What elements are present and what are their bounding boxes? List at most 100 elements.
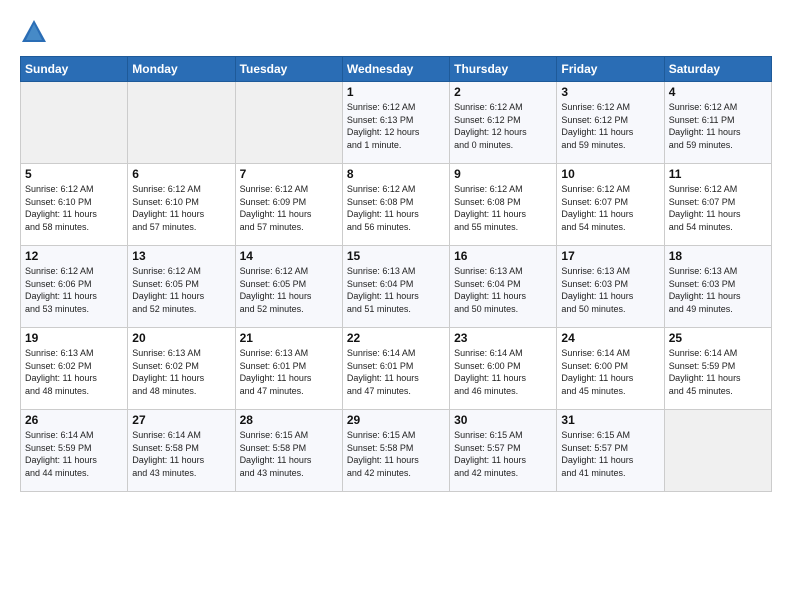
day-cell: 14Sunrise: 6:12 AM Sunset: 6:05 PM Dayli… [235, 246, 342, 328]
weekday-header-wednesday: Wednesday [342, 57, 449, 82]
day-cell: 26 Sunrise: 6:14 AM Sunset: 5:59 PM Dayli… [21, 410, 128, 492]
day-cell: 3 Sunrise: 6:12 AM Sunset: 6:12 PM Daylig… [557, 82, 664, 164]
day-info: Sunrise: 6:12 AM Sunset: 6:09 PM Dayligh… [240, 183, 338, 233]
day-info: Sunrise: 6:14 AM Sunset: 5:58 PM Dayligh… [132, 429, 230, 479]
day-cell [21, 82, 128, 164]
day-number: 14 [240, 249, 338, 263]
day-number: 5 [25, 167, 123, 181]
day-number: 25 [669, 331, 767, 345]
day-info: Sunrise: 6:14 AM Sunset: 6:01 PM Dayligh… [347, 347, 445, 397]
day-cell: 1 Sunrise: 6:12 AM Sunset: 6:13 PM Daylig… [342, 82, 449, 164]
day-number: 23 [454, 331, 552, 345]
day-number: 18 [669, 249, 767, 263]
day-cell: 12Sunrise: 6:12 AM Sunset: 6:06 PM Dayli… [21, 246, 128, 328]
day-number: 1 [347, 85, 445, 99]
day-number: 16 [454, 249, 552, 263]
day-number: 7 [240, 167, 338, 181]
day-cell: 10 Sunrise: 6:12 AM Sunset: 6:07 PM Dayli… [557, 164, 664, 246]
day-info: Sunrise: 6:12 AM Sunset: 6:07 PM Dayligh… [561, 183, 659, 233]
day-number: 2 [454, 85, 552, 99]
day-number: 10 [561, 167, 659, 181]
logo [20, 18, 52, 46]
week-row-2: 12Sunrise: 6:12 AM Sunset: 6:06 PM Dayli… [21, 246, 772, 328]
day-number: 4 [669, 85, 767, 99]
day-number: 9 [454, 167, 552, 181]
day-number: 15 [347, 249, 445, 263]
day-info: Sunrise: 6:13 AM Sunset: 6:04 PM Dayligh… [454, 265, 552, 315]
weekday-header-friday: Friday [557, 57, 664, 82]
weekday-row: SundayMondayTuesdayWednesdayThursdayFrid… [21, 57, 772, 82]
day-cell: 22 Sunrise: 6:14 AM Sunset: 6:01 PM Dayli… [342, 328, 449, 410]
day-number: 24 [561, 331, 659, 345]
day-info: Sunrise: 6:12 AM Sunset: 6:11 PM Dayligh… [669, 101, 767, 151]
day-cell: 13 Sunrise: 6:12 AM Sunset: 6:05 PM Dayli… [128, 246, 235, 328]
day-info: Sunrise: 6:12 AM Sunset: 6:12 PM Dayligh… [561, 101, 659, 151]
calendar: SundayMondayTuesdayWednesdayThursdayFrid… [20, 56, 772, 492]
logo-icon [20, 18, 48, 46]
day-info: Sunrise: 6:15 AM Sunset: 5:57 PM Dayligh… [561, 429, 659, 479]
day-number: 21 [240, 331, 338, 345]
day-cell: 20Sunrise: 6:13 AM Sunset: 6:02 PM Dayli… [128, 328, 235, 410]
day-info: Sunrise: 6:15 AM Sunset: 5:58 PM Dayligh… [347, 429, 445, 479]
day-number: 20 [132, 331, 230, 345]
day-info: Sunrise: 6:13 AM Sunset: 6:01 PM Dayligh… [240, 347, 338, 397]
day-info: Sunrise: 6:13 AM Sunset: 6:03 PM Dayligh… [669, 265, 767, 315]
day-number: 11 [669, 167, 767, 181]
day-cell [128, 82, 235, 164]
weekday-header-saturday: Saturday [664, 57, 771, 82]
day-info: Sunrise: 6:15 AM Sunset: 5:58 PM Dayligh… [240, 429, 338, 479]
day-cell: 25 Sunrise: 6:14 AM Sunset: 5:59 PM Dayli… [664, 328, 771, 410]
day-info: Sunrise: 6:12 AM Sunset: 6:08 PM Dayligh… [454, 183, 552, 233]
day-cell: 27 Sunrise: 6:14 AM Sunset: 5:58 PM Dayli… [128, 410, 235, 492]
day-info: Sunrise: 6:12 AM Sunset: 6:05 PM Dayligh… [132, 265, 230, 315]
page: SundayMondayTuesdayWednesdayThursdayFrid… [0, 0, 792, 612]
day-info: Sunrise: 6:14 AM Sunset: 5:59 PM Dayligh… [25, 429, 123, 479]
day-cell: 18 Sunrise: 6:13 AM Sunset: 6:03 PM Dayli… [664, 246, 771, 328]
day-number: 22 [347, 331, 445, 345]
week-row-1: 5Sunrise: 6:12 AM Sunset: 6:10 PM Daylig… [21, 164, 772, 246]
day-cell: 31 Sunrise: 6:15 AM Sunset: 5:57 PM Dayli… [557, 410, 664, 492]
day-number: 8 [347, 167, 445, 181]
day-number: 26 [25, 413, 123, 427]
calendar-header: SundayMondayTuesdayWednesdayThursdayFrid… [21, 57, 772, 82]
day-cell: 21 Sunrise: 6:13 AM Sunset: 6:01 PM Dayli… [235, 328, 342, 410]
day-cell: 8 Sunrise: 6:12 AM Sunset: 6:08 PM Daylig… [342, 164, 449, 246]
day-cell: 9 Sunrise: 6:12 AM Sunset: 6:08 PM Daylig… [450, 164, 557, 246]
day-number: 17 [561, 249, 659, 263]
day-info: Sunrise: 6:14 AM Sunset: 6:00 PM Dayligh… [454, 347, 552, 397]
day-cell: 19Sunrise: 6:13 AM Sunset: 6:02 PM Dayli… [21, 328, 128, 410]
day-info: Sunrise: 6:12 AM Sunset: 6:07 PM Dayligh… [669, 183, 767, 233]
day-info: Sunrise: 6:12 AM Sunset: 6:06 PM Dayligh… [25, 265, 123, 315]
day-number: 27 [132, 413, 230, 427]
day-number: 13 [132, 249, 230, 263]
day-number: 3 [561, 85, 659, 99]
day-number: 30 [454, 413, 552, 427]
header [20, 18, 772, 46]
day-info: Sunrise: 6:14 AM Sunset: 5:59 PM Dayligh… [669, 347, 767, 397]
day-cell: 29Sunrise: 6:15 AM Sunset: 5:58 PM Dayli… [342, 410, 449, 492]
day-cell [664, 410, 771, 492]
weekday-header-sunday: Sunday [21, 57, 128, 82]
day-cell: 2 Sunrise: 6:12 AM Sunset: 6:12 PM Daylig… [450, 82, 557, 164]
day-number: 31 [561, 413, 659, 427]
day-cell: 28 Sunrise: 6:15 AM Sunset: 5:58 PM Dayli… [235, 410, 342, 492]
day-cell [235, 82, 342, 164]
day-number: 6 [132, 167, 230, 181]
day-number: 28 [240, 413, 338, 427]
day-info: Sunrise: 6:12 AM Sunset: 6:13 PM Dayligh… [347, 101, 445, 151]
weekday-header-monday: Monday [128, 57, 235, 82]
day-cell: 30Sunrise: 6:15 AM Sunset: 5:57 PM Dayli… [450, 410, 557, 492]
weekday-header-tuesday: Tuesday [235, 57, 342, 82]
day-cell: 6Sunrise: 6:12 AM Sunset: 6:10 PM Daylig… [128, 164, 235, 246]
day-info: Sunrise: 6:12 AM Sunset: 6:12 PM Dayligh… [454, 101, 552, 151]
day-cell: 17 Sunrise: 6:13 AM Sunset: 6:03 PM Dayli… [557, 246, 664, 328]
day-info: Sunrise: 6:14 AM Sunset: 6:00 PM Dayligh… [561, 347, 659, 397]
day-info: Sunrise: 6:13 AM Sunset: 6:03 PM Dayligh… [561, 265, 659, 315]
day-info: Sunrise: 6:13 AM Sunset: 6:04 PM Dayligh… [347, 265, 445, 315]
day-info: Sunrise: 6:12 AM Sunset: 6:08 PM Dayligh… [347, 183, 445, 233]
week-row-4: 26 Sunrise: 6:14 AM Sunset: 5:59 PM Dayli… [21, 410, 772, 492]
day-cell: 7 Sunrise: 6:12 AM Sunset: 6:09 PM Daylig… [235, 164, 342, 246]
day-cell: 4 Sunrise: 6:12 AM Sunset: 6:11 PM Daylig… [664, 82, 771, 164]
day-cell: 24 Sunrise: 6:14 AM Sunset: 6:00 PM Dayli… [557, 328, 664, 410]
day-cell: 23 Sunrise: 6:14 AM Sunset: 6:00 PM Dayli… [450, 328, 557, 410]
